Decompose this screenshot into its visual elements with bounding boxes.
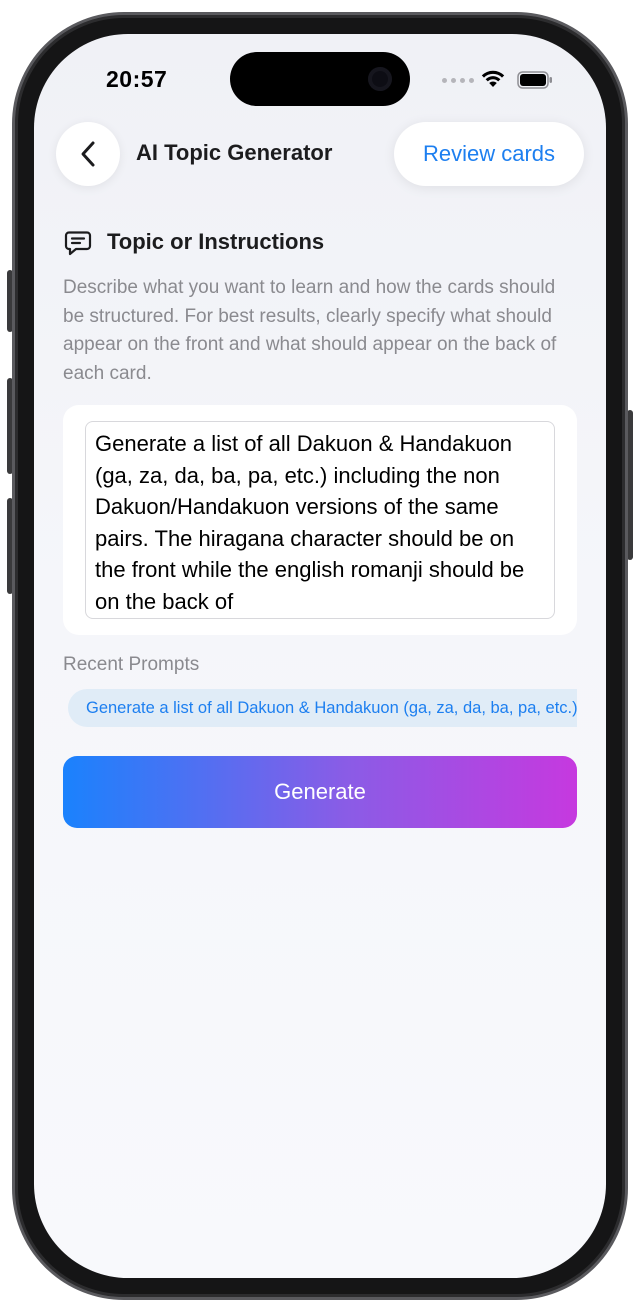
wifi-icon [481,70,505,87]
section-title: Topic or Instructions [107,229,325,254]
chevron-left-icon [81,141,95,167]
generate-button[interactable]: Generate [63,756,577,828]
signal-dots-icon [442,78,474,83]
section-description: Describe what you want to learn and how … [63,277,557,384]
status-time: 20:57 [106,66,168,92]
back-button[interactable] [56,122,120,186]
recent-prompts-list: Generate a list of all Dakuon & Handakuo… [68,689,577,727]
camera-icon [368,67,392,91]
prompt-card: Generate a list of all Dakuon & Handakuo… [63,405,577,635]
prompt-input[interactable]: Generate a list of all Dakuon & Handakuo… [85,421,555,619]
review-cards-button[interactable]: Review cards [394,122,584,186]
dynamic-island [230,52,410,106]
message-icon [64,231,92,256]
status-bar: 20:57 [34,34,606,124]
page-title: AI Topic Generator [136,140,333,165]
app-screen: 20:57 AI Topic Generator Review cards To… [34,34,606,1278]
battery-icon [517,71,552,89]
recent-prompts-label: Recent Prompts [63,654,200,675]
recent-prompt-chip[interactable]: Generate a list of all Dakuon & Handakuo… [68,689,577,727]
